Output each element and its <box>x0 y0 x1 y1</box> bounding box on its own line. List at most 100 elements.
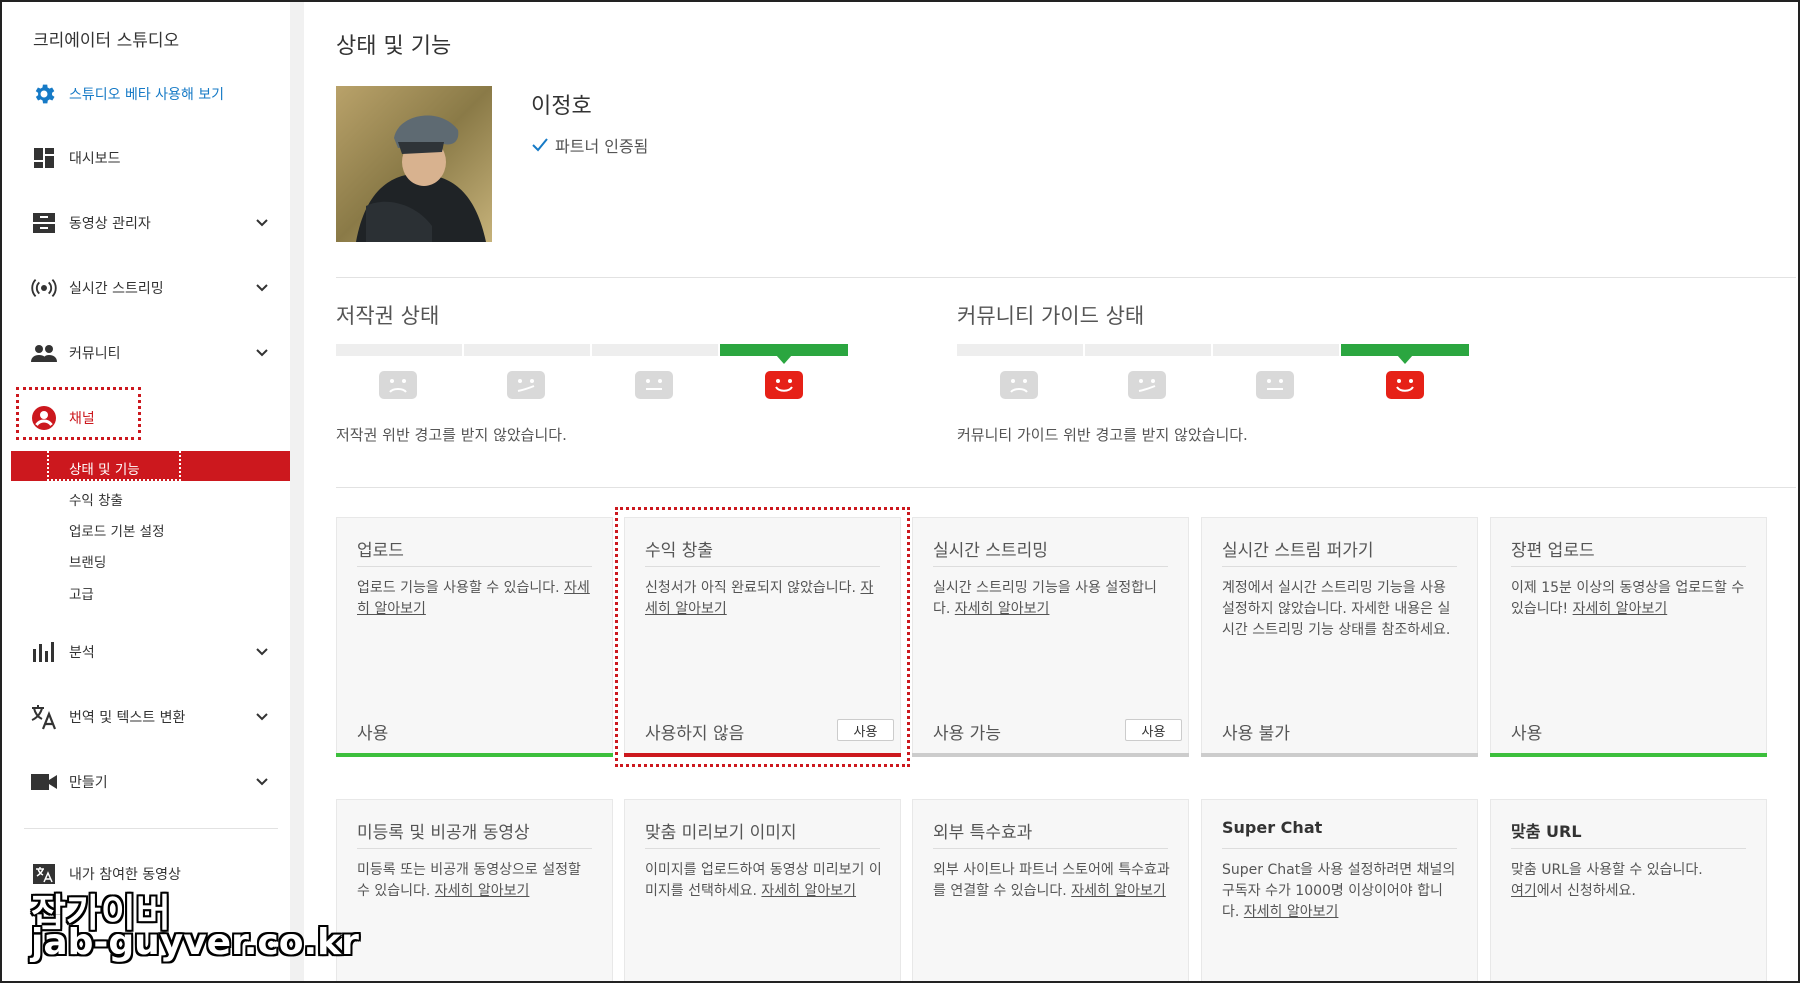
learn-more-link[interactable]: 자세히 알아보기 <box>761 883 856 899</box>
card-rule <box>1222 566 1457 567</box>
card-description: 이미지를 업로드하여 동영상 미리보기 이미지를 선택하세요. 자세히 알아보기 <box>645 860 882 902</box>
channel-avatar[interactable] <box>336 86 492 242</box>
screen: 크리에이터 스튜디오 스튜디오 베타 사용해 보기 대시보드 동영상 관리자 실… <box>0 0 1800 983</box>
card-description: 외부 사이트나 파트너 스토어에 특수효과를 연결할 수 있습니다. 자세히 알… <box>933 860 1170 902</box>
card-rule <box>1222 848 1457 849</box>
chevron-down-icon[interactable] <box>254 280 270 296</box>
card-status-bar <box>912 753 1189 757</box>
card-title: 실시간 스트림 퍼가기 <box>1222 541 1374 561</box>
card-description: 맞춤 URL을 사용할 수 있습니다. 여기에서 신청하세요. <box>1511 860 1748 902</box>
card-status: 사용 가능 <box>933 724 1001 744</box>
sidebar-subitem-label: 업로드 기본 설정 <box>69 524 165 540</box>
check-icon <box>532 138 548 152</box>
card-title: 실시간 스트리밍 <box>933 541 1048 561</box>
highlight-box-monetization <box>615 507 910 767</box>
card-title: Super Chat <box>1222 818 1323 837</box>
highlight-box-channel <box>16 387 141 440</box>
sidebar-item-translation[interactable]: 번역 및 텍스트 변환 <box>2 697 290 737</box>
sidebar-item-studio-beta[interactable]: 스튜디오 베타 사용해 보기 <box>2 74 290 114</box>
feature-card-live-streaming: 실시간 스트리밍 실시간 스트리밍 기능을 사용 설정합니다. 자세히 알아보기… <box>912 517 1189 757</box>
sidebar-item-live-streaming[interactable]: 실시간 스트리밍 <box>2 268 290 308</box>
learn-more-link[interactable]: 자세히 알아보기 <box>1573 601 1668 617</box>
sidebar-divider <box>24 828 278 829</box>
copyright-text: 저작권 위반 경고를 받지 않았습니다. <box>336 426 567 444</box>
chevron-down-icon[interactable] <box>254 345 270 361</box>
channel-name: 이정호 <box>531 94 592 119</box>
learn-more-link[interactable]: 자세히 알아보기 <box>1244 904 1339 920</box>
strike-face-icon <box>1128 371 1166 399</box>
card-status: 사용 <box>1511 724 1543 744</box>
card-desc-text: 업로드 기능을 사용할 수 있습니다. <box>357 580 560 596</box>
community-status: 커뮤니티 가이드 상태 커뮤니티 가이드 위반 경고를 받지 않았습니다. <box>957 300 1477 450</box>
video-manager-icon <box>30 211 58 235</box>
card-rule <box>357 848 592 849</box>
feature-card-custom-url: 맞춤 URL 맞춤 URL을 사용할 수 있습니다. 여기에서 신청하세요. <box>1490 799 1767 981</box>
chevron-down-icon[interactable] <box>254 215 270 231</box>
feature-card-long-upload: 장편 업로드 이제 15분 이상의 동영상을 업로드할 수 있습니다! 자세히 … <box>1490 517 1767 757</box>
sidebar-item-video-manager[interactable]: 동영상 관리자 <box>2 203 290 243</box>
sidebar-item-label: 스튜디오 베타 사용해 보기 <box>69 87 225 103</box>
status-segment <box>1213 344 1339 356</box>
feature-card-live-embed: 실시간 스트림 퍼가기 계정에서 실시간 스트리밍 기능을 사용 설정하지 않았… <box>1201 517 1478 757</box>
divider <box>336 487 1796 488</box>
analytics-icon <box>30 640 58 664</box>
sidebar-item-analytics[interactable]: 분석 <box>2 632 290 672</box>
status-pointer <box>1397 355 1413 364</box>
apply-here-link[interactable]: 여기 <box>1511 883 1537 899</box>
verified-label: 파트너 인증됨 <box>555 137 649 156</box>
sidebar-subitem-advanced[interactable]: 고급 <box>11 576 290 606</box>
gear-icon <box>30 82 58 106</box>
sidebar-item-label: 번역 및 텍스트 변환 <box>69 710 186 726</box>
card-rule <box>357 566 592 567</box>
chevron-down-icon[interactable] <box>254 709 270 725</box>
copyright-title: 저작권 상태 <box>336 304 440 328</box>
card-description: 계정에서 실시간 스트리밍 기능을 사용 설정하지 않았습니다. 자세한 내용은… <box>1222 578 1459 641</box>
main-content: 상태 및 기능 이정호 파트너 인증됨 저작권 상태 저작권 위반 경고를 받지… <box>304 2 1798 981</box>
chevron-down-icon[interactable] <box>254 644 270 660</box>
happy-face-icon <box>765 371 803 399</box>
sidebar-item-create[interactable]: 만들기 <box>2 762 290 802</box>
card-rule <box>933 848 1168 849</box>
card-title: 미등록 및 비공개 동영상 <box>357 823 530 843</box>
sidebar-subitem-label: 고급 <box>69 587 94 603</box>
sidebar-gutter <box>290 2 304 981</box>
studio-brand[interactable]: 크리에이터 스튜디오 <box>33 26 179 51</box>
card-status-bar <box>1490 753 1767 757</box>
watermark-url: jab-guyver.co.kr <box>31 922 359 963</box>
chevron-down-icon[interactable] <box>254 774 270 790</box>
card-description: 업로드 기능을 사용할 수 있습니다. 자세히 알아보기 <box>357 578 594 620</box>
sidebar-item-label: 대시보드 <box>69 151 121 167</box>
card-title: 외부 특수효과 <box>933 823 1033 843</box>
card-description: 실시간 스트리밍 기능을 사용 설정합니다. 자세히 알아보기 <box>933 578 1170 620</box>
card-desc-text: 계정에서 실시간 스트리밍 기능을 사용 설정하지 않았습니다. 자세한 내용은… <box>1222 580 1451 638</box>
live-stream-icon <box>30 276 58 300</box>
card-title: 맞춤 미리보기 이미지 <box>645 823 797 843</box>
video-camera-icon <box>30 770 58 794</box>
feature-card-upload: 업로드 업로드 기능을 사용할 수 있습니다. 자세히 알아보기 사용 <box>336 517 613 757</box>
feature-card-custom-thumbnail: 맞춤 미리보기 이미지 이미지를 업로드하여 동영상 미리보기 이미지를 선택하… <box>624 799 901 981</box>
sidebar-subitem-monetization[interactable]: 수익 창출 <box>11 482 290 512</box>
card-description: 이제 15분 이상의 동영상을 업로드할 수 있습니다! 자세히 알아보기 <box>1511 578 1748 620</box>
card-status: 사용 <box>357 724 389 744</box>
enable-button[interactable]: 사용 <box>1125 719 1182 741</box>
learn-more-link[interactable]: 자세히 알아보기 <box>1071 883 1166 899</box>
sidebar-item-label: 실시간 스트리밍 <box>69 281 164 297</box>
learn-more-link[interactable]: 자세히 알아보기 <box>435 883 530 899</box>
status-segment <box>592 344 718 356</box>
sidebar-item-community[interactable]: 커뮤니티 <box>2 333 290 373</box>
highlight-box-status <box>47 448 181 481</box>
sidebar-subitem-upload-defaults[interactable]: 업로드 기본 설정 <box>11 513 290 543</box>
feature-card-unlisted: 미등록 및 비공개 동영상 미등록 또는 비공개 동영상으로 설정할 수 있습니… <box>336 799 613 981</box>
sidebar-subitem-branding[interactable]: 브랜딩 <box>11 544 290 574</box>
page-title: 상태 및 기능 <box>336 34 452 59</box>
sidebar-item-label: 분석 <box>69 645 95 661</box>
sidebar-item-label: 만들기 <box>69 775 108 791</box>
sidebar-item-dashboard[interactable]: 대시보드 <box>2 138 290 178</box>
divider <box>336 277 1796 278</box>
feature-card-super-chat: Super Chat Super Chat을 사용 설정하려면 채널의 구독자 … <box>1201 799 1478 981</box>
card-title: 맞춤 URL <box>1511 822 1582 841</box>
learn-more-link[interactable]: 자세히 알아보기 <box>955 601 1050 617</box>
strike-face-icon <box>507 371 545 399</box>
strike-face-icon <box>1256 371 1294 399</box>
status-segment <box>957 344 1083 356</box>
